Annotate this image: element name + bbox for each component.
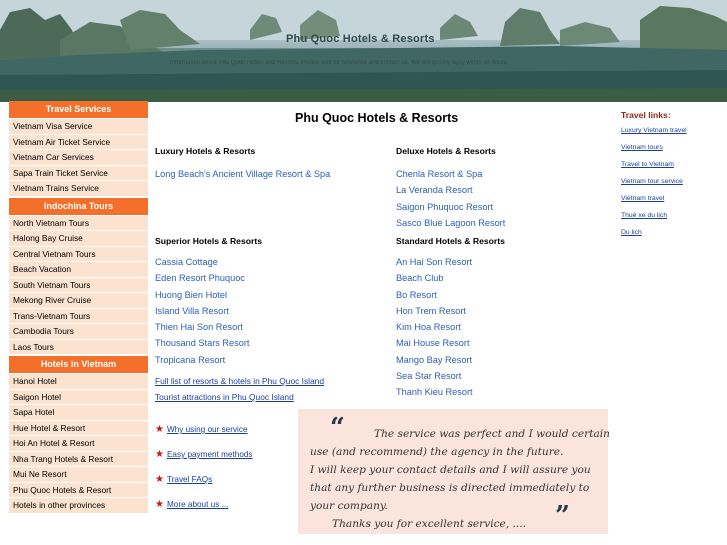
sidebar-item-south-vietnam[interactable]: South Vietnam Tours (9, 277, 148, 293)
close-quote-icon: ” (555, 501, 570, 531)
luxury-section: Luxury Hotels & Resorts Long Beach's Anc… (155, 146, 395, 182)
travel-link[interactable]: Vietnam tour service (621, 178, 721, 195)
info-link-row: ★ More about us ... (155, 499, 295, 524)
star-icon: ★ (155, 474, 164, 485)
hotel-link[interactable]: Mango Bay Resort (396, 352, 606, 368)
standard-heading: Standard Hotels & Resorts (396, 236, 505, 246)
hotel-link[interactable]: Island Villa Resort (155, 303, 395, 319)
indochina-tours-heading: Indochina Tours (9, 197, 148, 215)
travel-links-panel: Travel links: Luxury Vietnam travel Viet… (621, 110, 721, 246)
sidebar-item-halong[interactable]: Halong Bay Cruise (9, 231, 148, 247)
travel-link[interactable]: Luxury Vietnam travel (621, 127, 721, 144)
why-service-link[interactable]: Why using our service (167, 425, 248, 434)
travel-link[interactable]: Vietnam tours (621, 144, 721, 161)
info-links: ★ Why using our service ★ Easy payment met… (155, 424, 295, 524)
hotel-link[interactable]: Sea Star Resort (396, 368, 606, 384)
page-title: Phu Quoc Hotels & Resorts (295, 111, 459, 125)
left-sidebar: Travel Services Vietnam Visa Service Vie… (9, 101, 148, 514)
sidebar-item-other-provinces[interactable]: Hotels in other provinces (9, 498, 148, 514)
info-link-row: ★ Travel FAQs (155, 474, 295, 499)
sidebar-item-north-vietnam[interactable]: North Vietnam Tours (9, 215, 148, 231)
halong-bay-landscape (0, 0, 727, 102)
hotel-link[interactable]: Sasco Blue Lagoon Resort (396, 215, 606, 231)
hotel-link[interactable]: Thien Hai Son Resort (155, 319, 395, 335)
header-banner: Phu Quoc Hotels & Resorts Information ab… (0, 0, 727, 102)
sidebar-item-hue-hotel[interactable]: Hue Hotel & Resort (9, 420, 148, 436)
luxury-heading: Luxury Hotels & Resorts (155, 146, 256, 156)
superior-heading: Superior Hotels & Resorts (155, 236, 262, 246)
sidebar-item-laos[interactable]: Laos Tours (9, 339, 148, 355)
testimonial-signoff: Thanks you for excellent service, .... (332, 518, 527, 530)
banner-tagline: Information about Phu Quoc Hotels and Re… (170, 60, 509, 66)
travel-links-heading: Travel links: (621, 110, 671, 120)
hotel-link[interactable]: Beach Club (396, 270, 606, 286)
hotel-link[interactable]: Kim Hoa Resort (396, 319, 606, 335)
hotel-link[interactable]: Huong Bien Hotel (155, 287, 395, 303)
hotel-link[interactable]: Bo Resort (396, 287, 606, 303)
banner-title: Phu Quoc Hotels & Resorts (286, 33, 435, 45)
testimonial-line: that any further business is directed im… (310, 482, 590, 494)
sidebar-item-hoi-an-hotel[interactable]: Hoi An Hotel & Resort (9, 436, 148, 452)
star-icon: ★ (155, 449, 164, 460)
sidebar-item-beach[interactable]: Beach Vacation (9, 262, 148, 278)
star-icon: ★ (155, 499, 164, 510)
deluxe-section: Deluxe Hotels & Resorts Chenla Resort & … (396, 146, 606, 231)
travel-link[interactable]: Vietnam travel (621, 195, 721, 212)
testimonial-line: your company. (310, 500, 388, 512)
sidebar-item-hanoi-hotel[interactable]: Hanoi Hotel (9, 374, 148, 390)
sidebar-item-mui-ne[interactable]: Mui Ne Resort (9, 467, 148, 483)
sidebar-item-air-ticket[interactable]: Vietnam Air Ticket Service (9, 134, 148, 150)
sidebar-item-trans-vietnam[interactable]: Trans-Vietnam Tours (9, 308, 148, 324)
sidebar-item-central-vietnam[interactable]: Central Vietnam Tours (9, 246, 148, 262)
sidebar-item-mekong[interactable]: Mekong River Cruise (9, 293, 148, 309)
deluxe-heading: Deluxe Hotels & Resorts (396, 146, 496, 156)
sidebar-item-saigon-hotel[interactable]: Saigon Hotel (9, 389, 148, 405)
hotel-link[interactable]: Cassia Cottage (155, 254, 395, 270)
sidebar-item-car[interactable]: Vietnam Car Services (9, 150, 148, 166)
hotel-link[interactable]: Hon Trem Resort (396, 303, 606, 319)
sidebar-item-visa[interactable]: Vietnam Visa Service (9, 119, 148, 135)
travel-link[interactable]: Du lịch (621, 229, 721, 246)
sidebar-item-sapa-hotel[interactable]: Sapa Hotel (9, 405, 148, 421)
travel-services-heading: Travel Services (9, 101, 148, 118)
sidebar-item-trains[interactable]: Vietnam Trains Service (9, 181, 148, 197)
star-icon: ★ (155, 424, 164, 435)
hotel-link[interactable]: Thousand Stars Resort (155, 335, 395, 351)
sidebar-item-nha-trang-hotel[interactable]: Nha Trang Hotels & Resort (9, 451, 148, 467)
testimonial-box: “ ” The service was perfect and I would … (298, 409, 610, 534)
info-link-row: ★ Why using our service (155, 424, 295, 449)
hotel-link[interactable]: Chenla Resort & Spa (396, 166, 606, 182)
open-quote-icon: “ (330, 413, 345, 443)
testimonial-line: use (and recommend) the agency in the fu… (310, 446, 564, 458)
sidebar-item-cambodia[interactable]: Cambodia Tours (9, 324, 148, 340)
hotel-link[interactable]: Thanh Kieu Resort (396, 384, 606, 400)
hotel-link[interactable]: Eden Resort Phuquoc (155, 270, 395, 286)
sidebar-item-phu-quoc[interactable]: Phu Quoc Hotels & Resort (9, 482, 148, 498)
more-about-link[interactable]: More about us ... (167, 500, 228, 509)
hotel-link[interactable]: Tropicana Resort (155, 352, 395, 368)
full-list-link[interactable]: Full list of resorts & hotels in Phu Quo… (155, 376, 324, 386)
travel-link[interactable]: Travel to Vietnam (621, 161, 721, 178)
testimonial-line: I will keep your contact details and I w… (310, 464, 591, 476)
travel-link[interactable]: Thuê xe du lịch (621, 212, 721, 229)
payment-methods-link[interactable]: Easy payment methods (167, 450, 253, 459)
hotel-link[interactable]: Mai House Resort (396, 335, 606, 351)
sidebar-item-sapa-train[interactable]: Sapa Train Ticket Service (9, 165, 148, 181)
info-link-row: ★ Easy payment methods (155, 449, 295, 474)
travel-faqs-link[interactable]: Travel FAQs (167, 475, 212, 484)
attractions-link[interactable]: Tourist attractions in Phu Quoc Island (155, 392, 294, 402)
testimonial-line: The service was perfect and I would cert… (374, 428, 610, 440)
hotel-link[interactable]: Saigon Phuquoc Resort (396, 199, 606, 215)
superior-section: Superior Hotels & Resorts Cassia Cottage… (155, 236, 395, 368)
hotels-in-vietnam-heading: Hotels in Vietnam (9, 356, 148, 373)
standard-section: Standard Hotels & Resorts An Hai Son Res… (396, 236, 606, 401)
hotel-link[interactable]: Long Beach's Ancient Village Resort & Sp… (155, 166, 395, 182)
hotel-link[interactable]: An Hai Son Resort (396, 254, 606, 270)
hotel-link[interactable]: La Veranda Resort (396, 182, 606, 198)
